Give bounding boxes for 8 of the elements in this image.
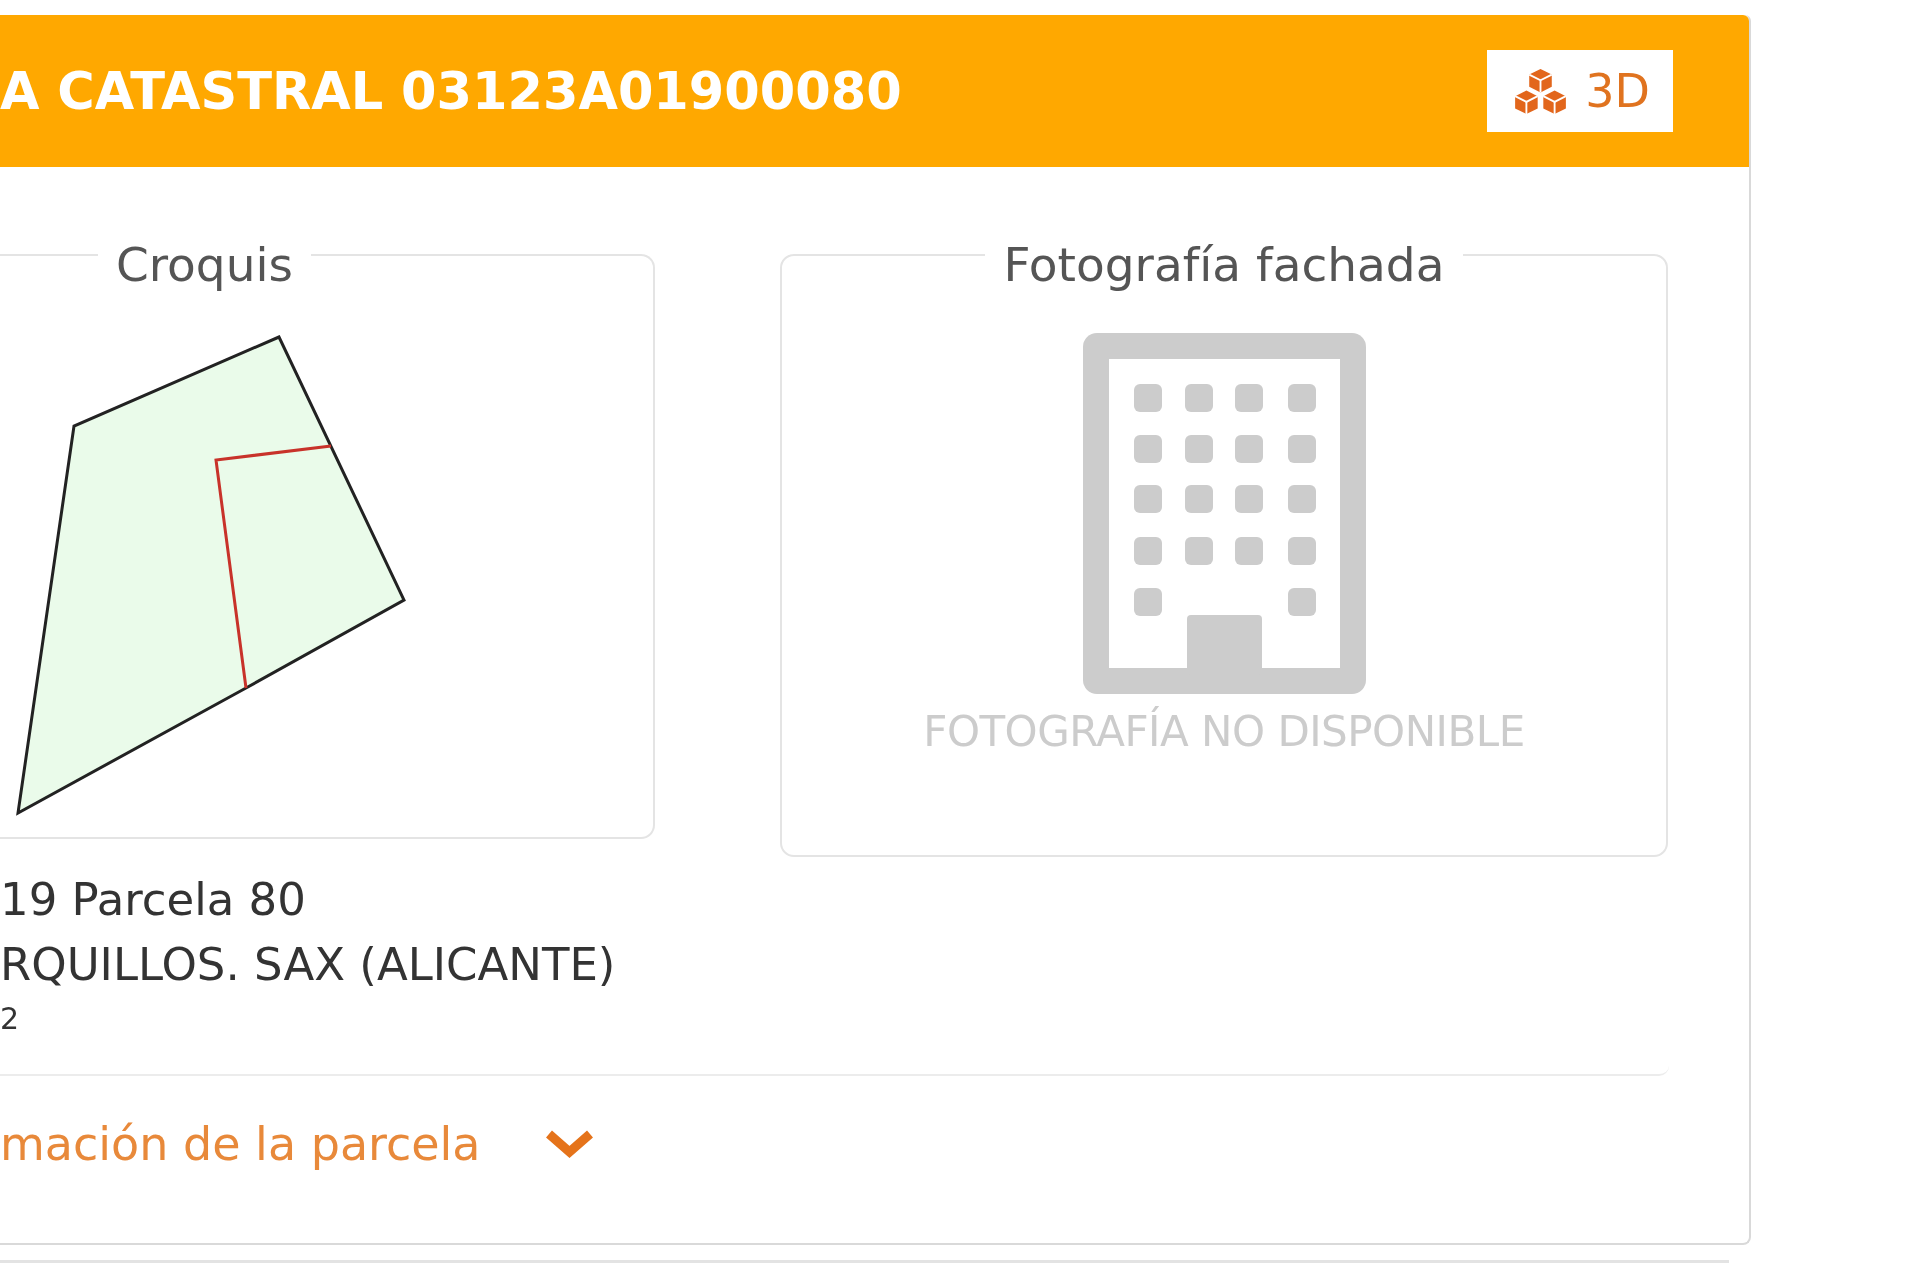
card-title: A CATASTRAL 03123A01900080 xyxy=(0,65,902,117)
3d-view-button[interactable]: 3D xyxy=(1487,50,1673,132)
panel-legend: Croquis xyxy=(98,218,312,292)
detail-text: 2 xyxy=(0,1000,20,1038)
panel-legend: Fotografía fachada xyxy=(985,218,1463,292)
building-icon xyxy=(1082,333,1366,694)
detail-text: RQUILLOS. SAX (ALICANTE) xyxy=(0,937,616,993)
detail-text: 19 Parcela 80 xyxy=(0,872,306,928)
